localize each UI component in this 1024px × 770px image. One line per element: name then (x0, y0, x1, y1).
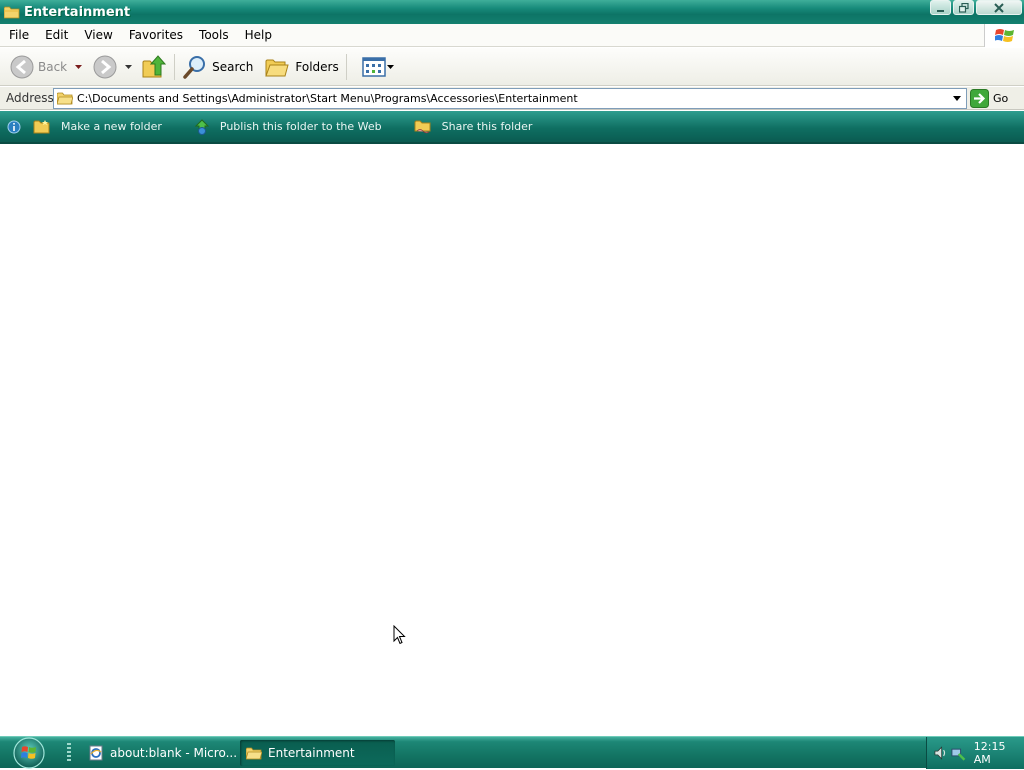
folder-tasks-bar: Make a new folder Publish this folder to… (0, 111, 1024, 144)
search-button[interactable]: Search (178, 51, 257, 83)
start-orb-icon (13, 737, 45, 769)
views-icon (361, 56, 386, 77)
back-label: Back (38, 59, 68, 74)
make-new-folder-task[interactable]: Make a new folder (33, 119, 162, 134)
folders-icon (265, 59, 290, 76)
chevron-down-icon (387, 64, 395, 69)
forward-arrow-icon (93, 55, 117, 78)
back-dropdown[interactable] (73, 62, 83, 72)
new-folder-icon (33, 120, 50, 134)
search-label: Search (212, 59, 254, 74)
close-icon (994, 2, 1004, 13)
address-label: Address (6, 91, 54, 105)
minimize-icon (936, 9, 944, 12)
close-button[interactable] (976, 0, 1022, 15)
taskbar-item-label: about:blank - Micro... (110, 746, 237, 760)
share-folder-label: Share this folder (441, 120, 533, 133)
folder-icon (57, 92, 73, 105)
standard-toolbar: Back Search Folders (0, 48, 1024, 86)
menu-bar: File Edit View Favorites Tools Help (0, 24, 1024, 47)
folder-icon (246, 747, 262, 759)
folder-icon (4, 6, 20, 18)
menu-file[interactable]: File (0, 25, 36, 45)
go-button[interactable]: Go (970, 88, 1008, 109)
window-title: Entertainment (24, 4, 131, 20)
up-folder-icon (142, 54, 167, 77)
address-value: C:\Documents and Settings\Administrator\… (77, 92, 578, 105)
go-label: Go (993, 92, 1009, 105)
menu-edit[interactable]: Edit (36, 25, 75, 45)
folders-button[interactable]: Folders (261, 51, 342, 83)
menu-tools[interactable]: Tools (190, 25, 236, 45)
forward-dropdown[interactable] (123, 62, 133, 72)
folder-content-area[interactable] (0, 145, 1024, 736)
taskbar-item-ie[interactable]: about:blank - Micro... (82, 740, 237, 766)
windows-logo (984, 24, 1024, 47)
network-icon[interactable] (950, 745, 966, 761)
publish-web-icon (194, 118, 210, 135)
start-button[interactable] (8, 737, 50, 769)
toolbar-separator (345, 53, 347, 80)
taskbar-item-label: Entertainment (268, 746, 355, 760)
go-arrow-icon (970, 89, 989, 108)
chevron-down-icon (74, 64, 82, 69)
title-bar: Entertainment (0, 0, 1024, 24)
forward-button[interactable] (89, 51, 121, 83)
menu-favorites[interactable]: Favorites (120, 25, 190, 45)
address-dropdown-button[interactable] (950, 91, 964, 106)
minimize-button[interactable] (930, 0, 951, 15)
taskbar-grip[interactable] (67, 743, 71, 763)
windows-taskbar: about:blank - Micro... Entertainment 12:… (0, 736, 1024, 769)
toolbar-separator (174, 53, 176, 80)
system-tray: 12:15 AM (926, 737, 1024, 769)
chevron-down-icon (953, 96, 961, 101)
up-folder-button[interactable] (137, 51, 171, 83)
publish-folder-task[interactable]: Publish this folder to the Web (194, 118, 382, 135)
back-button[interactable]: Back (6, 51, 71, 83)
restore-button[interactable] (953, 0, 974, 15)
taskbar-item-entertainment[interactable]: Entertainment (240, 740, 395, 766)
windows-flag-icon (994, 28, 1014, 42)
taskbar-clock: 12:15 AM (973, 740, 1006, 766)
search-icon (183, 55, 206, 79)
address-input[interactable]: C:\Documents and Settings\Administrator\… (53, 88, 967, 109)
menu-view[interactable]: View (75, 25, 119, 45)
mouse-cursor-icon (393, 625, 406, 645)
menu-help[interactable]: Help (236, 25, 279, 45)
share-folder-icon (414, 120, 431, 134)
ie-page-icon (89, 745, 103, 761)
publish-folder-label: Publish this folder to the Web (219, 120, 382, 133)
make-new-folder-label: Make a new folder (61, 120, 162, 133)
back-arrow-icon (10, 55, 34, 78)
restore-icon (958, 2, 969, 13)
share-folder-task[interactable]: Share this folder (414, 119, 533, 134)
info-icon[interactable] (7, 120, 21, 134)
address-bar: Address C:\Documents and Settings\Admini… (0, 87, 1024, 110)
speaker-icon[interactable] (933, 745, 948, 761)
chevron-down-icon (124, 64, 132, 69)
views-dropdown[interactable] (386, 62, 396, 72)
folders-label: Folders (295, 59, 339, 74)
